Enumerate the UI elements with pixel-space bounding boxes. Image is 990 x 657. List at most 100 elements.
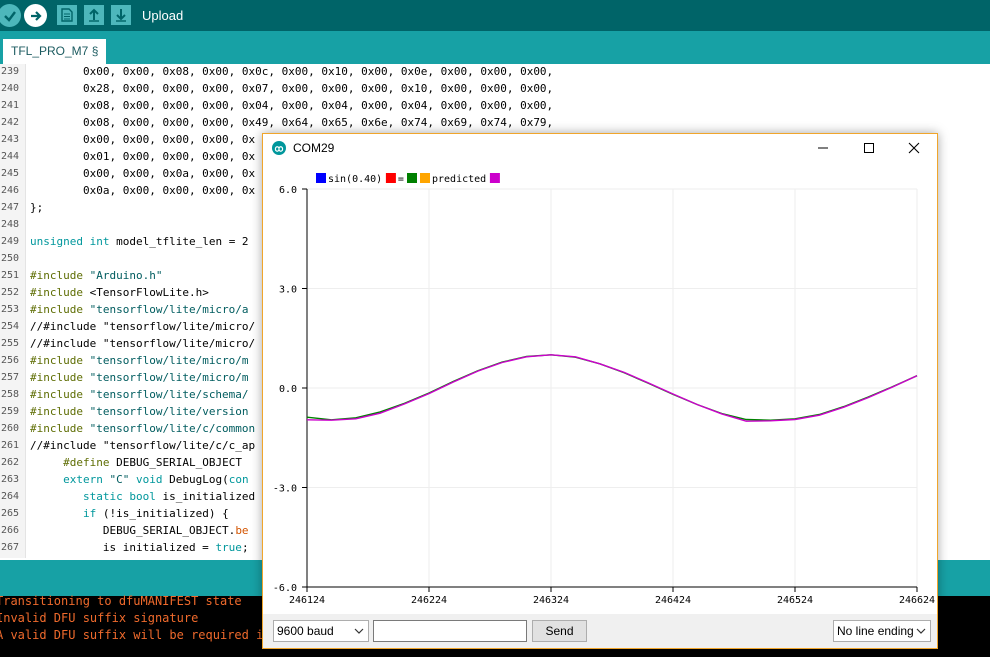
verify-button[interactable] [0, 4, 21, 27]
code-token: #include [30, 405, 83, 418]
code-text: #include "tensorflow/lite/micro/m [30, 369, 249, 386]
line-number: 249 [1, 236, 20, 247]
code-token: 0x00, 0x00, 0x08, 0x00, 0x0c, 0x00, 0x10… [30, 65, 554, 78]
chevron-down-icon [916, 628, 926, 634]
legend-swatch [385, 173, 396, 183]
arduino-app-icon [272, 141, 286, 155]
code-text: 0x00, 0x00, 0x0a, 0x00, 0x [30, 165, 255, 182]
code-token: con [228, 473, 249, 486]
x-tick-label: 246224 [411, 595, 447, 606]
code-token: //#include "tensorflow/lite/c/c_ap [30, 439, 256, 452]
serial-send-input[interactable] [373, 620, 527, 642]
code-text: extern "C" void DebugLog(con [30, 471, 249, 488]
y-tick-label: 0.0 [279, 384, 297, 395]
console-line: Invalid DFU suffix signature [0, 611, 199, 625]
code-token: #include [30, 269, 83, 282]
close-icon [908, 142, 920, 154]
code-text: is initialized = true; [30, 539, 249, 556]
code-text: //#include "tensorflow/lite/micro/ [30, 335, 255, 352]
code-token: "tensorflow/lite/micro/m [82, 354, 249, 367]
line-number: 264 [1, 491, 20, 502]
line-number: 248 [1, 219, 20, 230]
code-token: DEBUG_SERIAL_OBJECT. [30, 524, 236, 537]
code-text: 0x01, 0x00, 0x00, 0x00, 0x [30, 148, 255, 165]
y-tick-label: 3.0 [279, 285, 297, 296]
code-text: static bool is_initialized [30, 488, 255, 505]
minimize-button[interactable] [800, 134, 846, 162]
new-sketch-button[interactable] [57, 5, 77, 25]
code-token: #include [30, 422, 83, 435]
code-line: 239 0x00, 0x00, 0x08, 0x00, 0x0c, 0x00, … [0, 64, 990, 80]
code-token: true [215, 541, 242, 554]
line-number: 253 [1, 304, 20, 315]
legend-swatch [407, 173, 417, 183]
code-token: #include [30, 354, 83, 367]
code-text: DEBUG_SERIAL_OBJECT.be [30, 522, 249, 539]
maximize-button[interactable] [846, 134, 892, 162]
line-number: 258 [1, 389, 20, 400]
code-line: 242 0x08, 0x00, 0x00, 0x00, 0x49, 0x64, … [0, 114, 990, 131]
line-number: 265 [1, 508, 20, 519]
code-token: "tensorflow/lite/version [82, 405, 249, 418]
code-token: #define [30, 456, 110, 469]
code-token: is initialized = [30, 541, 216, 554]
code-line: 241 0x08, 0x00, 0x00, 0x00, 0x04, 0x00, … [0, 97, 990, 114]
toolbar-hover-label: Upload [142, 8, 184, 23]
code-token: is_initialized [155, 490, 256, 503]
maximize-icon [864, 143, 874, 153]
code-token: DebugLog( [162, 473, 229, 486]
code-text: 0x08, 0x00, 0x00, 0x00, 0x04, 0x00, 0x04… [30, 97, 553, 114]
code-token: #include [30, 388, 83, 401]
code-text: #include "tensorflow/lite/version [30, 403, 249, 420]
line-number: 240 [1, 83, 20, 94]
x-tick-label: 246124 [289, 595, 325, 606]
close-button[interactable] [891, 134, 937, 162]
code-token: //#include "tensorflow/lite/micro/ [30, 337, 256, 350]
code-text: 0x0a, 0x00, 0x00, 0x00, 0x [30, 182, 255, 199]
line-ending-value: No line ending [837, 624, 914, 638]
upload-button[interactable] [24, 4, 47, 27]
line-number: 257 [1, 372, 20, 383]
code-text: #include "tensorflow/lite/micro/a [30, 301, 249, 318]
line-number: 244 [1, 151, 20, 162]
code-token: "tensorflow/lite/c/common [82, 422, 256, 435]
ide-toolbar: Upload [0, 0, 990, 31]
line-number: 246 [1, 185, 20, 196]
code-token: <TensorFlowLite.h> [82, 286, 209, 299]
code-token: static bool [30, 490, 156, 503]
line-number: 245 [1, 168, 20, 179]
code-token: 0x00, 0x00, 0x00, 0x00, 0x [30, 133, 256, 146]
line-number: 254 [1, 321, 20, 332]
code-token: 0x00, 0x00, 0x0a, 0x00, 0x [30, 167, 256, 180]
open-sketch-button[interactable] [84, 5, 104, 25]
code-token: model_tflite_len = 2 [109, 235, 249, 248]
send-button[interactable]: Send [532, 620, 587, 642]
code-text: //#include "tensorflow/lite/c/c_ap [30, 437, 255, 454]
legend-label: sin(0.40) [328, 174, 382, 185]
sketch-tab-bar: TFL_PRO_M7 § [0, 31, 990, 64]
x-tick-label: 246324 [533, 595, 569, 606]
code-token: #include [30, 371, 83, 384]
plotter-title-bar[interactable]: COM29 [263, 134, 937, 162]
code-token: "tensorflow/lite/micro/m [82, 371, 249, 384]
code-token: (!is_initialized) { [96, 507, 229, 520]
code-token: ; [241, 541, 249, 554]
arrow-right-icon [30, 10, 42, 21]
code-token: #include [30, 303, 83, 316]
save-sketch-button[interactable] [111, 5, 131, 25]
tab-tfl-pro-m7[interactable]: TFL_PRO_M7 § [3, 39, 107, 64]
code-text: #include "tensorflow/lite/schema/ [30, 386, 249, 403]
legend-swatch [489, 173, 500, 183]
y-tick-label: 6.0 [279, 185, 297, 196]
line-number: 241 [1, 100, 20, 111]
code-text: if (!is_initialized) { [30, 505, 229, 522]
console-line: Transitioning to dfuMANIFEST state [0, 594, 242, 608]
y-tick-label: -6.0 [273, 583, 297, 594]
baud-rate-select[interactable]: 9600 baud [273, 620, 369, 642]
line-ending-select[interactable]: No line ending [833, 620, 931, 642]
y-tick-label: -3.0 [273, 484, 297, 495]
console-line: A valid DFU suffix will be required in [0, 628, 271, 642]
x-tick-label: 246524 [777, 595, 813, 606]
line-number: 259 [1, 406, 20, 417]
